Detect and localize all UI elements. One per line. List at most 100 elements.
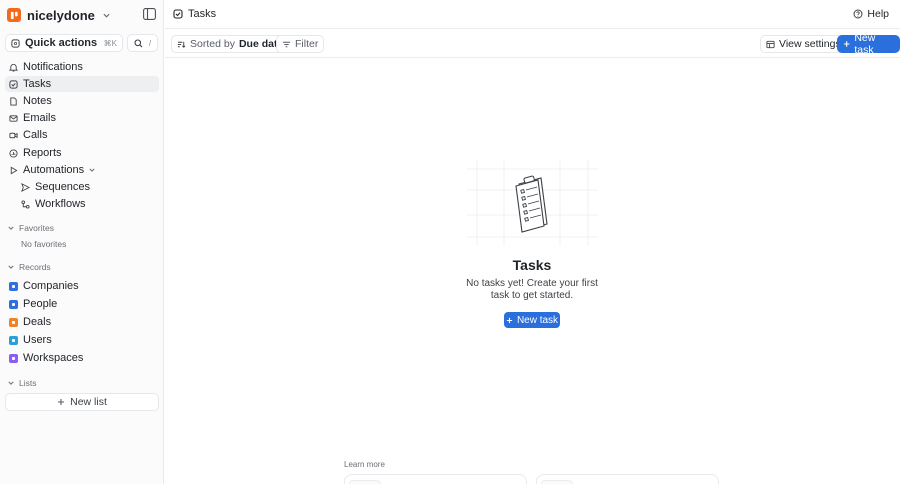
new-task-label: New task bbox=[854, 32, 876, 56]
lists-label: Lists bbox=[19, 378, 37, 388]
help-button[interactable]: Help bbox=[853, 8, 889, 20]
chevron-down-icon bbox=[8, 265, 14, 269]
people-icon bbox=[9, 299, 18, 309]
empty-state-title: Tasks bbox=[512, 257, 552, 273]
help-icon bbox=[853, 9, 863, 19]
workspace-logo-icon bbox=[7, 8, 21, 22]
quick-actions-button[interactable]: Quick actions ⌘K bbox=[5, 34, 123, 52]
sidebar-item-label: Emails bbox=[23, 112, 57, 124]
card-thumbnail bbox=[349, 480, 381, 484]
command-icon bbox=[11, 38, 20, 48]
chart-icon bbox=[9, 148, 18, 158]
plus-icon bbox=[58, 399, 65, 405]
plus-icon bbox=[843, 41, 850, 47]
records-section-toggle[interactable]: Records bbox=[8, 261, 51, 273]
sidebar-item-users[interactable]: Users bbox=[5, 332, 159, 348]
sidebar-item-label: Tasks bbox=[23, 78, 52, 90]
learn-more-heading: Learn more bbox=[344, 460, 385, 469]
mail-icon bbox=[9, 114, 18, 122]
empty-state-new-task-label: New task bbox=[516, 314, 559, 326]
sidebar-item-sequences[interactable]: Sequences bbox=[17, 179, 157, 195]
favorites-section-toggle[interactable]: Favorites bbox=[8, 222, 54, 234]
learn-more-card[interactable] bbox=[344, 474, 527, 484]
sidebar-item-label: Calls bbox=[23, 129, 48, 141]
toolbar: Sorted by Due date Filter View settings … bbox=[165, 30, 900, 58]
chevron-down-icon bbox=[8, 381, 14, 385]
sidebar-item-label: Notes bbox=[23, 95, 52, 107]
send-icon bbox=[21, 182, 30, 192]
sidebar-item-label: Notifications bbox=[23, 61, 83, 73]
sidebar-item-label: Workspaces bbox=[23, 352, 84, 364]
chevron-down-icon bbox=[89, 168, 95, 172]
search-icon bbox=[134, 38, 143, 47]
sidebar-toggle-icon[interactable] bbox=[143, 8, 156, 20]
video-icon bbox=[9, 132, 18, 138]
checkbox-icon bbox=[173, 9, 183, 19]
sort-prefix: Sorted by bbox=[190, 38, 235, 50]
empty-state-description: No tasks yet! Create your first task to … bbox=[466, 278, 598, 301]
favorites-label: Favorites bbox=[19, 223, 54, 233]
sidebar-item-automations[interactable]: Automations bbox=[5, 162, 159, 178]
search-button[interactable]: / bbox=[127, 34, 158, 52]
sidebar-item-label: Sequences bbox=[35, 181, 91, 193]
companies-icon bbox=[9, 281, 18, 291]
play-icon bbox=[10, 166, 18, 174]
sidebar-item-label: Deals bbox=[23, 316, 52, 328]
filter-button[interactable]: Filter bbox=[276, 35, 325, 53]
workspace-switcher[interactable]: nicelydone bbox=[7, 6, 110, 24]
filter-label: Filter bbox=[295, 38, 319, 50]
sidebar-item-label: Reports bbox=[23, 147, 62, 159]
sidebar-item-notifications[interactable]: Notifications bbox=[5, 59, 159, 75]
table-icon bbox=[766, 40, 775, 48]
sidebar-item-notes[interactable]: Notes bbox=[5, 93, 159, 109]
top-bar: Tasks Help bbox=[165, 0, 900, 29]
sidebar-item-workspaces[interactable]: Workspaces bbox=[5, 350, 159, 366]
clipboard-illustration-icon bbox=[467, 160, 598, 246]
filter-icon bbox=[282, 41, 291, 47]
view-settings-button[interactable]: View settings bbox=[760, 35, 847, 53]
users-icon bbox=[9, 335, 18, 345]
checkbox-icon bbox=[9, 79, 18, 89]
sidebar-item-label: People bbox=[23, 298, 58, 310]
sidebar-item-label: Users bbox=[23, 334, 52, 346]
view-settings-label: View settings bbox=[779, 38, 841, 50]
empty-state-new-task-button[interactable]: New task bbox=[504, 312, 560, 328]
deals-icon bbox=[9, 317, 18, 327]
page-title: Tasks bbox=[173, 8, 216, 20]
sidebar-item-emails[interactable]: Emails bbox=[5, 110, 159, 126]
sidebar-item-label: Companies bbox=[23, 280, 79, 292]
sidebar-item-reports[interactable]: Reports bbox=[5, 145, 159, 161]
chevron-down-icon bbox=[103, 11, 110, 20]
plus-icon bbox=[506, 317, 513, 323]
help-label: Help bbox=[867, 8, 889, 20]
bell-icon bbox=[9, 63, 18, 72]
lists-section-toggle[interactable]: Lists bbox=[8, 377, 36, 389]
quick-actions-shortcut: ⌘K bbox=[103, 38, 117, 48]
sidebar-item-companies[interactable]: Companies bbox=[5, 278, 159, 294]
workspace-name: nicelydone bbox=[27, 7, 95, 23]
workflow-icon bbox=[21, 199, 30, 209]
card-thumbnail bbox=[541, 480, 573, 484]
sidebar-item-people[interactable]: People bbox=[5, 296, 159, 312]
sort-button[interactable]: Sorted by Due date bbox=[171, 35, 290, 53]
new-list-label: New list bbox=[70, 396, 107, 408]
new-task-button[interactable]: New task bbox=[837, 32, 900, 56]
learn-more-card[interactable] bbox=[536, 474, 719, 484]
sidebar-item-label: Workflows bbox=[35, 198, 86, 210]
chevron-down-icon bbox=[8, 226, 14, 230]
search-shortcut: / bbox=[148, 38, 152, 48]
sidebar: nicelydone Quick actions ⌘K / Notificati… bbox=[0, 0, 164, 484]
page-title-text: Tasks bbox=[188, 8, 217, 20]
new-list-button[interactable]: New list bbox=[5, 393, 159, 411]
workspaces-icon bbox=[9, 353, 18, 363]
note-icon bbox=[10, 96, 17, 106]
sidebar-item-label: Automations bbox=[23, 164, 85, 176]
sidebar-item-deals[interactable]: Deals bbox=[5, 314, 159, 330]
records-label: Records bbox=[19, 262, 51, 272]
sort-icon bbox=[177, 41, 186, 48]
favorites-empty-note: No favorites bbox=[21, 239, 67, 249]
sidebar-item-calls[interactable]: Calls bbox=[5, 127, 159, 143]
quick-actions-label: Quick actions bbox=[25, 37, 98, 49]
sidebar-item-tasks[interactable]: Tasks bbox=[5, 76, 159, 92]
sidebar-item-workflows[interactable]: Workflows bbox=[17, 196, 157, 212]
